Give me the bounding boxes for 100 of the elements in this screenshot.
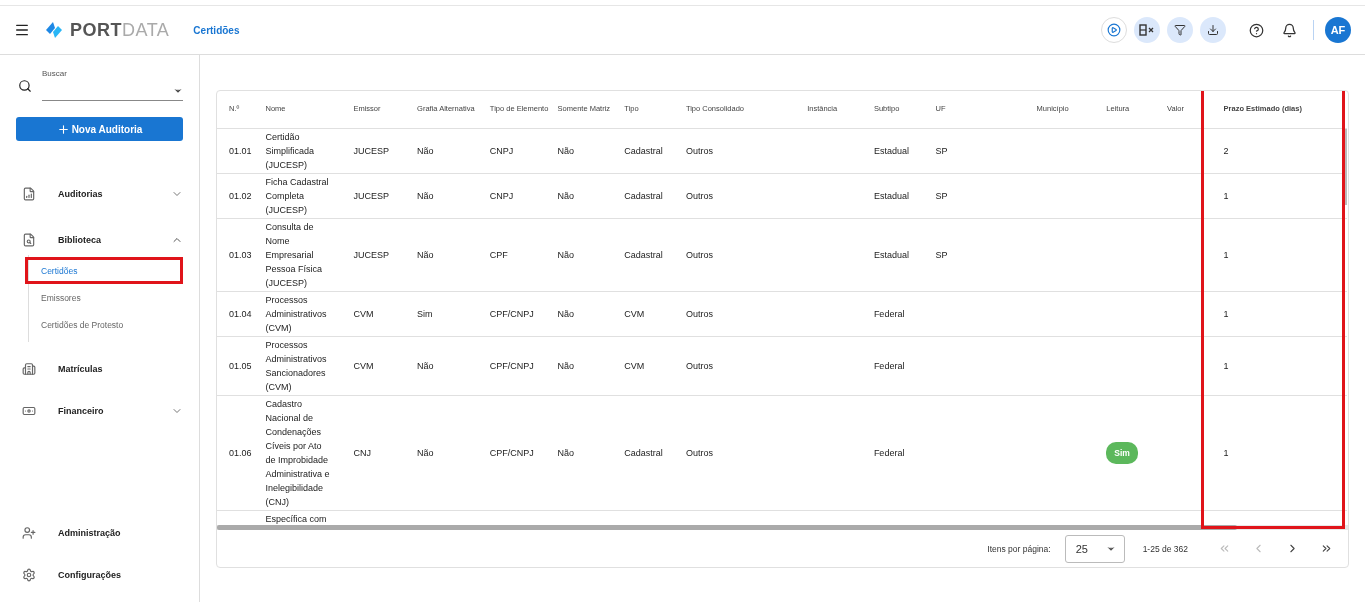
page-size-select[interactable]: 25: [1064, 534, 1125, 563]
columns-remove-icon: [1139, 24, 1155, 36]
sidebar-item[interactable]: Matrículas: [16, 354, 183, 384]
table-cell: Federal: [873, 308, 905, 319]
table-cell: CPF/CNPJ: [489, 308, 534, 319]
logo-icon: [44, 21, 64, 39]
table-cell: Cadastro Nacional de Condenações Cíveis por Ato de Improbidade Administrativa e Inelegibilidade (CNJ): [265, 398, 330, 507]
vertical-scrollbar[interactable]: [1344, 129, 1347, 205]
brand-name: PORTDATA: [70, 19, 170, 41]
table-cell: Não: [557, 145, 575, 156]
search-field[interactable]: Buscar: [42, 69, 183, 101]
table-cell: Não: [557, 447, 575, 458]
table-cell: Não: [417, 447, 434, 458]
table-cell: 01.04: [229, 308, 252, 319]
bell-icon: [1281, 22, 1297, 38]
filter-icon: [1174, 24, 1186, 36]
sidebar-item[interactable]: Biblioteca: [16, 225, 183, 255]
table-cell: 1: [1223, 308, 1229, 319]
user-avatar[interactable]: AF: [1325, 17, 1351, 43]
horizontal-scrollbar[interactable]: [217, 525, 1348, 530]
table-cell: CVM: [624, 360, 645, 371]
page-title: Certidões: [193, 24, 240, 36]
table-cell: Não: [417, 249, 434, 260]
table-cell: JUCESP: [353, 190, 389, 201]
table-cell: JUCESP: [353, 249, 389, 260]
table-cell: CVM: [353, 308, 374, 319]
table-cell: Sim: [417, 308, 433, 319]
table-cell: Não: [557, 308, 575, 319]
table-cell: Específica com: [265, 513, 327, 524]
table-cell: Não: [417, 190, 434, 201]
sidebar-subitem[interactable]: Certidões: [25, 257, 183, 284]
table-cell: Estadual: [873, 249, 909, 260]
table-cell: CVM: [353, 360, 374, 371]
table-cell: CNPJ: [489, 145, 514, 156]
dropdown-caret-icon: [173, 86, 183, 96]
table-cell: SP: [935, 145, 948, 156]
building-icon: [22, 362, 36, 376]
table-cell: Não: [557, 360, 575, 371]
sidebar-subitem[interactable]: Emissores: [25, 284, 183, 311]
banknote-icon: [22, 404, 36, 418]
table-cell: Cadastral: [624, 190, 663, 201]
help-icon: [1248, 22, 1264, 38]
table-cell: 1: [1223, 249, 1229, 260]
table-cell: Federal: [873, 360, 905, 371]
table-cell: 01.05: [229, 360, 252, 371]
table-cell: Cadastral: [624, 145, 663, 156]
table-cell: 1: [1223, 360, 1229, 371]
table-cell: Outros: [685, 249, 713, 260]
table-cell: Processos Administrativos (CVM): [265, 294, 327, 333]
table-cell: 1: [1223, 190, 1229, 201]
filter-button[interactable]: [1167, 17, 1193, 43]
table-cell: 2: [1223, 145, 1229, 156]
table-cell: Não: [417, 145, 434, 156]
table-cell: Outros: [685, 360, 713, 371]
sidebar-item[interactable]: Administração: [16, 518, 183, 548]
table-cell: JUCESP: [353, 145, 389, 156]
table-cell: CPF/CNPJ: [489, 360, 534, 371]
table-cell: Cadastral: [624, 447, 663, 458]
items-per-page-label: Itens por página:: [987, 543, 1051, 554]
table-cell: Não: [417, 360, 434, 371]
new-audit-button[interactable]: Nova Auditoria: [16, 117, 183, 141]
sidebar-item[interactable]: Auditorias: [16, 179, 183, 209]
user-plus-icon: [22, 526, 36, 540]
sidebar-item[interactable]: Configurações: [16, 560, 183, 590]
table-cell: SP: [935, 249, 948, 260]
table-cell: 01.02: [229, 190, 252, 201]
table-cell: Ficha Cadastral Completa (JUCESP): [265, 176, 329, 215]
page-range: 1-25 de 362: [1142, 543, 1188, 554]
sidebar-item[interactable]: Financeiro: [16, 396, 183, 426]
table-cell: 01.03: [229, 249, 252, 260]
table-cell: Outros: [685, 308, 713, 319]
play-button[interactable]: [1101, 17, 1127, 43]
table-cell: Certidão Simplificada (JUCESP): [265, 131, 314, 170]
table-cell: SP: [935, 190, 948, 201]
sidebar-subitem[interactable]: Certidões de Protesto: [25, 311, 183, 338]
menu-icon[interactable]: [14, 22, 30, 38]
download-button[interactable]: [1200, 17, 1226, 43]
table-cell: Processos Administrativos Sancionadores (CVM): [265, 339, 327, 392]
table-cell: Outros: [685, 145, 713, 156]
table-cell: Não: [557, 249, 575, 260]
status-badge: Sim: [1106, 441, 1138, 464]
table-cell: Estadual: [873, 145, 909, 156]
play-icon: [1107, 23, 1121, 37]
table-cell: CVM: [624, 308, 645, 319]
table-cell: Não: [557, 190, 575, 201]
table-cell: 1: [1223, 447, 1229, 458]
table-cell: Cadastral: [624, 249, 663, 260]
table-cell: 01.06: [229, 447, 252, 458]
table-cell: CPF/CNPJ: [489, 447, 534, 458]
table-cell: Federal: [873, 447, 905, 458]
plus-icon: [56, 122, 70, 136]
settings-icon: [22, 568, 36, 582]
search-icon: [18, 79, 32, 93]
table-cell: Outros: [685, 447, 713, 458]
table-cell: 01.01: [229, 145, 252, 156]
columns-remove-button[interactable]: [1134, 17, 1160, 43]
table-cell: CNJ: [353, 447, 371, 458]
document-search-icon: [22, 233, 36, 247]
table-cell: Outros: [685, 190, 713, 201]
download-icon: [1207, 24, 1219, 36]
